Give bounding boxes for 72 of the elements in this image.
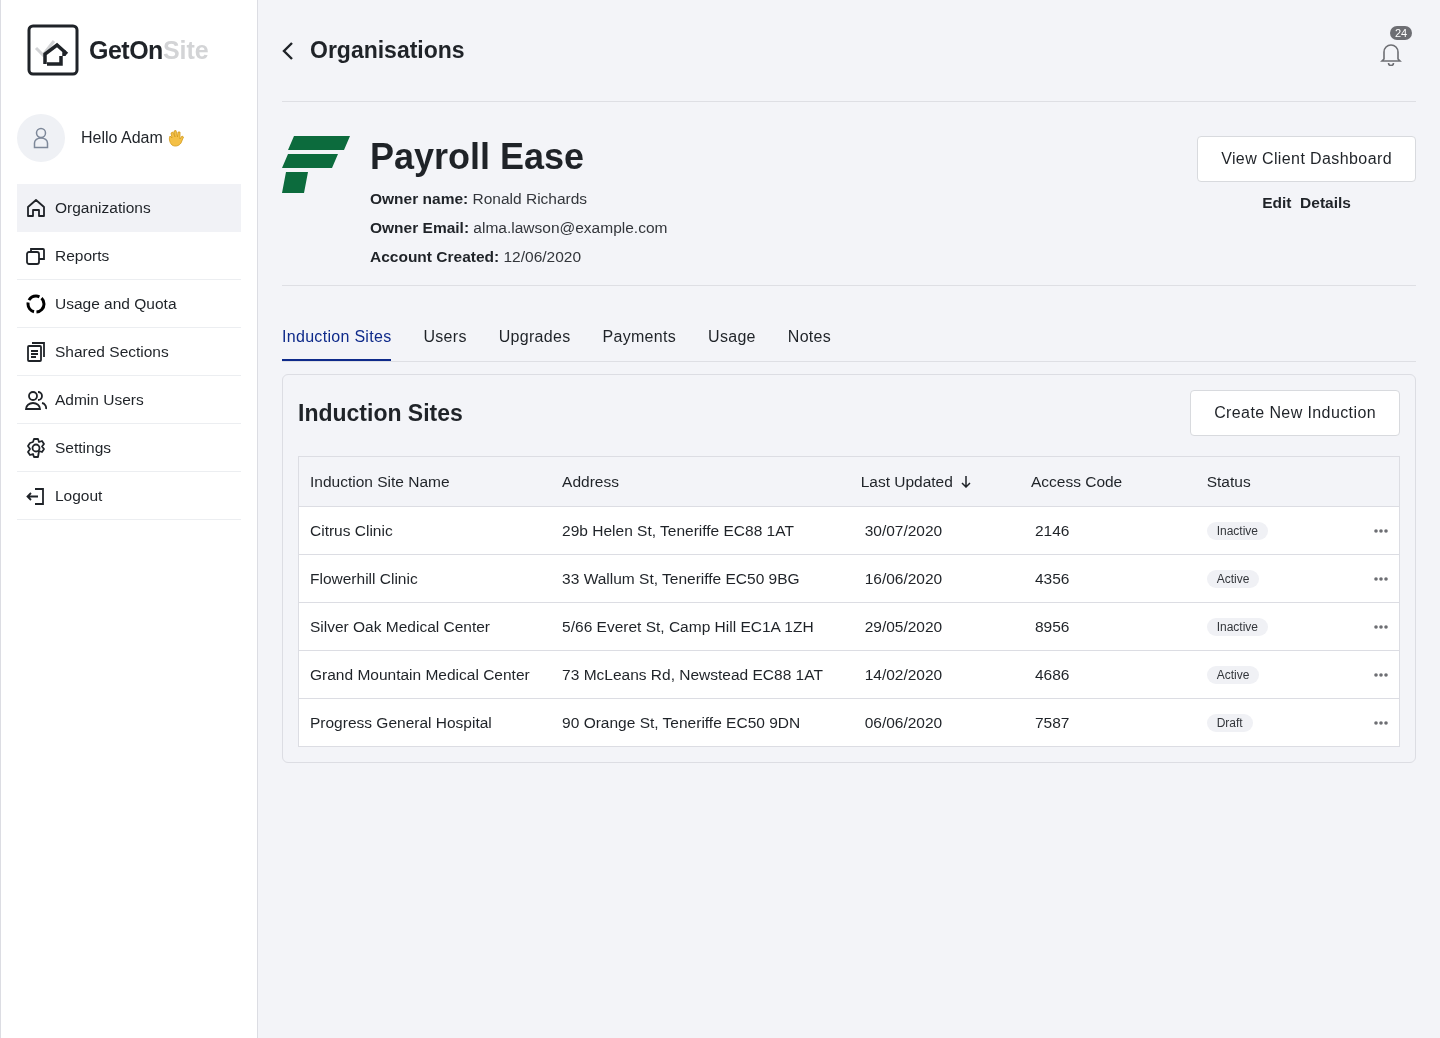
- status-badge: Inactive: [1206, 618, 1269, 636]
- detail-text: Owner name: Ronald Richards: [370, 190, 589, 208]
- notification-count: 24: [1390, 25, 1413, 40]
- nav-item[interactable]: Shared Sections: [17, 328, 241, 376]
- users-icon: [25, 388, 47, 411]
- table-cell: 29/05/2020: [849, 602, 1020, 651]
- column-header: Status: [1195, 456, 1363, 507]
- logo-text: GetOn: [89, 35, 163, 65]
- waving-hand-icon: [166, 129, 185, 147]
- tab[interactable]: Users: [423, 324, 467, 361]
- column-header[interactable]: Last Updated: [849, 456, 1020, 507]
- status-badge: Inactive: [1206, 522, 1269, 540]
- table-cell: 16/06/2020: [849, 554, 1020, 603]
- detail-text: Owner Email: alma.lawson@example.com: [370, 219, 668, 237]
- nav-item[interactable]: Usage and Quota: [17, 280, 241, 328]
- column-header: Address: [551, 456, 850, 507]
- table-cell: 90 Orange St, Teneriffe EC50 9DN: [551, 698, 850, 747]
- create-induction-button[interactable]: Create New Induction: [1190, 390, 1400, 436]
- docs-icon: [25, 340, 47, 363]
- column-header: Access Code: [1019, 456, 1196, 507]
- edit-details-link[interactable]: Edit Details: [1262, 194, 1351, 212]
- view-dashboard-button[interactable]: View Client Dashboard: [1197, 136, 1416, 182]
- table-cell: 8956: [1019, 602, 1196, 651]
- bell-icon[interactable]: [1380, 41, 1402, 66]
- column-header: Induction Site Name: [298, 456, 552, 507]
- nav-item[interactable]: Logout: [17, 472, 241, 520]
- tab[interactable]: Notes: [787, 324, 832, 361]
- table-cell: 2146: [1019, 506, 1196, 555]
- table-cell: 29b Helen St, Teneriffe EC88 1AT: [551, 506, 850, 555]
- panel-title: Induction Sites: [298, 399, 463, 427]
- table-cell: 30/07/2020: [849, 506, 1020, 555]
- table-cell: 4356: [1019, 554, 1196, 603]
- more-icon[interactable]: [1374, 528, 1388, 533]
- tab[interactable]: Upgrades: [498, 324, 571, 361]
- more-icon[interactable]: [1374, 720, 1388, 725]
- greeting: Hello Adam: [81, 129, 163, 147]
- nav-item[interactable]: Settings: [17, 424, 241, 472]
- status-badge: Active: [1206, 666, 1260, 684]
- more-icon[interactable]: [1374, 624, 1388, 629]
- table-cell: Flowerhill Clinic: [298, 554, 552, 603]
- organisation-name: Payroll Ease: [370, 136, 586, 178]
- tab[interactable]: Induction Sites: [282, 324, 392, 361]
- table-cell: 7587: [1019, 698, 1196, 747]
- more-icon[interactable]: [1374, 576, 1388, 581]
- table-cell: Silver Oak Medical Center: [298, 602, 552, 651]
- tab[interactable]: Payments: [602, 324, 677, 361]
- sort-arrow-icon[interactable]: [960, 475, 971, 488]
- table-cell: 73 McLeans Rd, Newstead EC88 1AT: [551, 650, 850, 699]
- home-icon: [25, 196, 47, 219]
- table-cell: 14/02/2020: [849, 650, 1020, 699]
- back-icon[interactable]: [282, 40, 294, 61]
- nav-item[interactable]: Admin Users: [17, 376, 241, 424]
- table-cell: 5/66 Everet St, Camp Hill EC1A 1ZH: [551, 602, 850, 651]
- nav-item[interactable]: Reports: [17, 232, 241, 280]
- table-cell: 33 Wallum St, Teneriffe EC50 9BG: [551, 554, 850, 603]
- person-icon: [33, 127, 49, 149]
- table-cell: Grand Mountain Medical Center: [298, 650, 552, 699]
- table-cell: 06/06/2020: [849, 698, 1020, 747]
- company-logo: [282, 136, 350, 196]
- table-cell: Progress General Hospital: [298, 698, 552, 747]
- detail-text: Account Created: 12/06/2020: [370, 248, 583, 266]
- page-title: Organisations: [310, 37, 466, 64]
- nav-item[interactable]: Organizations: [17, 184, 241, 232]
- status-badge: Draft: [1206, 714, 1253, 732]
- ring-icon: [25, 292, 47, 315]
- logo-icon: [27, 24, 79, 76]
- status-badge: Active: [1206, 570, 1260, 588]
- tab[interactable]: Usage: [708, 324, 756, 361]
- gear-icon: [25, 436, 47, 459]
- table-cell: 4686: [1019, 650, 1196, 699]
- table-cell: Citrus Clinic: [298, 506, 552, 555]
- more-icon[interactable]: [1374, 672, 1388, 677]
